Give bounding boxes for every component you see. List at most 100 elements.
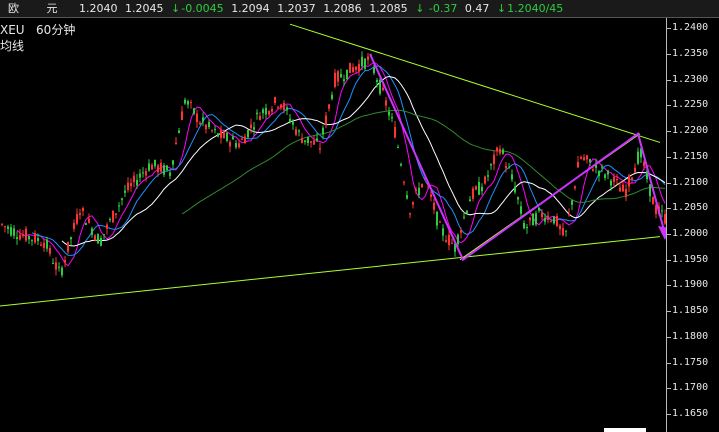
- axis-tick-label: 1.2400: [672, 22, 709, 34]
- candle-body: [661, 210, 663, 212]
- candle-body: [265, 107, 267, 115]
- candle-body: [244, 136, 246, 144]
- ma-label: 均线: [0, 39, 25, 53]
- candle-body: [436, 211, 438, 226]
- candlestick-chart[interactable]: [0, 18, 666, 432]
- candle-body: [649, 184, 651, 197]
- down-arrow-icon: ↓: [415, 2, 425, 15]
- candle-body: [598, 170, 600, 177]
- candle-body: [7, 226, 9, 230]
- candle-body: [403, 182, 405, 184]
- candle-body: [622, 184, 624, 192]
- candle-body: [202, 117, 204, 122]
- candle-body: [499, 148, 501, 154]
- candle-body: [280, 104, 282, 108]
- candle-body: [577, 161, 579, 168]
- candle-body: [355, 66, 357, 70]
- candle-body: [16, 237, 18, 239]
- candle-body: [325, 115, 327, 125]
- candle-body: [373, 67, 375, 74]
- candle-body: [229, 142, 231, 147]
- candle-body: [82, 207, 84, 211]
- candle-body: [43, 242, 45, 248]
- candle-body: [481, 186, 483, 192]
- candle-body: [22, 234, 24, 237]
- candle-body: [415, 189, 417, 192]
- scrollbar-thumb[interactable]: [604, 428, 646, 432]
- instrument-name: 欧 元: [8, 2, 70, 15]
- axis-tick-label: 1.2250: [672, 99, 709, 111]
- candle-body: [475, 186, 477, 190]
- candle-body: [448, 234, 450, 246]
- trendline[interactable]: [0, 236, 661, 307]
- price-axis: 1.2400 1.2350 1.2300 1.2250 1.2200 1.2150 1.21…: [666, 18, 719, 432]
- candle-body: [97, 234, 99, 244]
- candle-body: [220, 130, 222, 138]
- candle-body: [286, 107, 288, 111]
- candle-body: [589, 158, 591, 163]
- candle-body: [418, 187, 420, 195]
- candle-body: [196, 113, 198, 123]
- candle-body: [478, 181, 480, 195]
- candle-body: [34, 233, 36, 243]
- candle-body: [49, 247, 51, 254]
- candle-body: [79, 213, 81, 216]
- symbol-label: XEU: [0, 23, 25, 37]
- candle-body: [184, 99, 186, 104]
- candle-body: [109, 219, 111, 221]
- candle-body: [157, 165, 159, 173]
- candle-body: [178, 130, 180, 134]
- axis-tickmark: [667, 285, 671, 287]
- candle-body: [349, 62, 351, 74]
- candle-body: [235, 142, 237, 148]
- axis-tick-label: 1.1850: [672, 305, 709, 317]
- candle-body: [169, 172, 171, 176]
- candle-body: [223, 132, 225, 139]
- candle-body: [421, 183, 423, 188]
- candle-body: [652, 197, 654, 205]
- candle-body: [31, 239, 33, 241]
- candle-body: [460, 230, 462, 233]
- candle-body: [307, 137, 309, 143]
- candle-body: [364, 58, 366, 69]
- bid-ask: 1.2040/45: [507, 2, 564, 15]
- candle-body: [259, 115, 261, 121]
- candle-body: [205, 124, 207, 130]
- candle-body: [76, 214, 78, 224]
- candle-body: [4, 226, 6, 228]
- axis-tickmark: [667, 414, 671, 415]
- axis-tickmark: [667, 156, 671, 158]
- candle-body: [562, 228, 564, 236]
- candle-body: [613, 176, 615, 182]
- axis-tickmark: [667, 182, 671, 184]
- candle-body: [568, 213, 570, 215]
- candle-body: [268, 111, 270, 115]
- candle-body: [166, 165, 168, 171]
- candle-body: [112, 210, 114, 223]
- candle-body: [40, 244, 42, 246]
- axis-tick-label: 1.1950: [672, 253, 709, 265]
- candle-body: [463, 216, 465, 218]
- candle-body: [535, 213, 537, 225]
- candle-body: [397, 147, 399, 149]
- candle-body: [148, 163, 150, 171]
- candle-body: [352, 67, 354, 73]
- candle-body: [367, 56, 369, 61]
- candle-body: [580, 156, 582, 159]
- candle-body: [376, 79, 378, 82]
- candle-body: [430, 194, 432, 197]
- candle-body: [412, 201, 414, 205]
- candle-body: [625, 188, 627, 198]
- candles: [1, 51, 666, 278]
- candle-body: [127, 182, 129, 191]
- axis-tickmark: [667, 234, 671, 235]
- candle-body: [628, 175, 630, 187]
- axis-tick-label: 1.2300: [672, 73, 709, 85]
- candle-body: [346, 69, 348, 80]
- candle-body: [361, 56, 363, 67]
- candle-body: [472, 188, 474, 199]
- candle-body: [388, 111, 390, 116]
- candle-body: [610, 180, 612, 186]
- candle-body: [445, 240, 447, 242]
- candle-body: [187, 101, 189, 105]
